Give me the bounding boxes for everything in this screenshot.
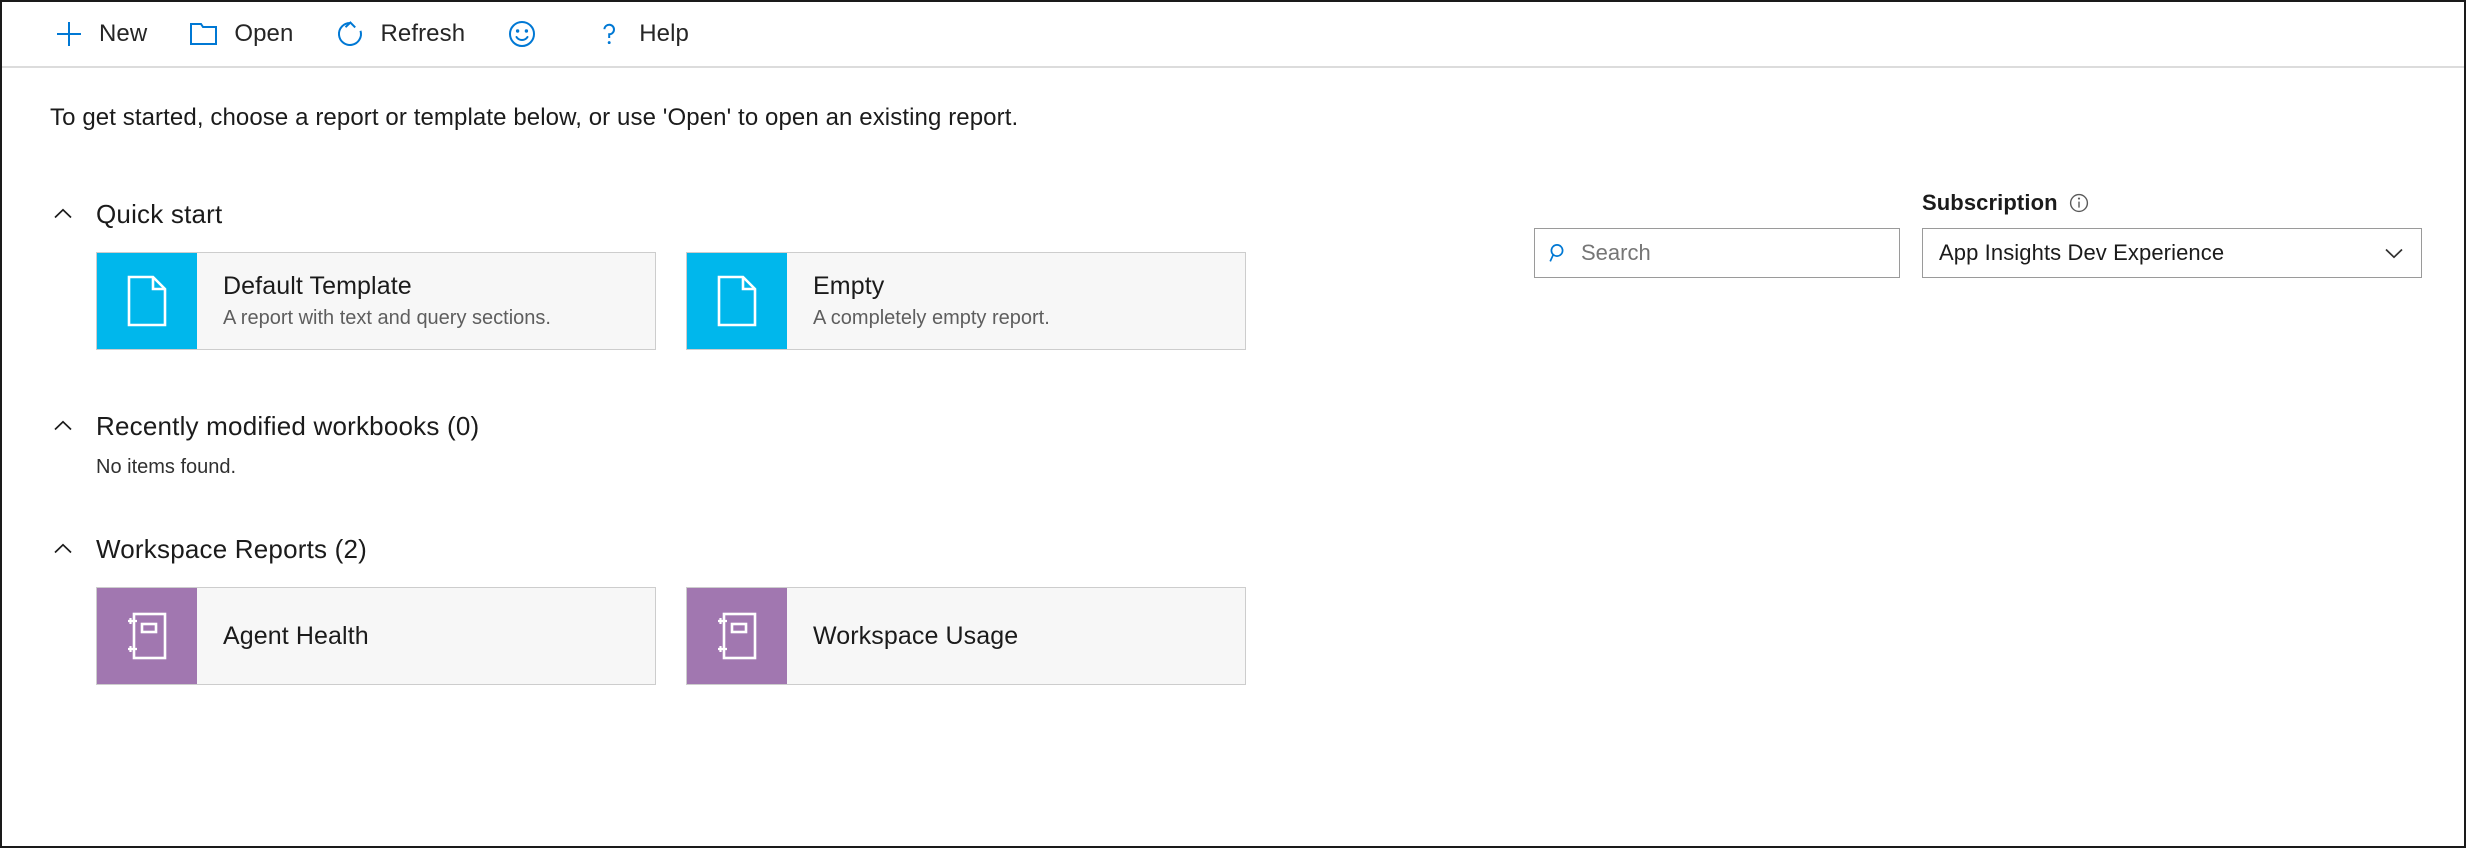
card-default-template[interactable]: Default Template A report with text and … bbox=[96, 252, 656, 350]
section-title-workspace-reports: Workspace Reports (2) bbox=[96, 534, 367, 565]
refresh-button[interactable]: Refresh bbox=[321, 8, 477, 60]
card-text-agent-health: Agent Health bbox=[197, 588, 655, 684]
info-icon[interactable] bbox=[2068, 192, 2090, 214]
search-icon bbox=[1547, 241, 1571, 265]
card-text-workspace-usage: Workspace Usage bbox=[787, 588, 1245, 684]
chevron-down-icon bbox=[2381, 240, 2407, 266]
card-text-empty: Empty A completely empty report. bbox=[787, 253, 1245, 349]
card-row-workspace-reports: Agent Health Workspace Usage bbox=[96, 587, 2424, 685]
workbook-icon bbox=[97, 588, 197, 684]
subscription-select[interactable]: App Insights Dev Experience bbox=[1922, 228, 2422, 278]
card-title: Empty bbox=[813, 272, 1245, 301]
folder-open-icon bbox=[187, 17, 221, 51]
document-icon bbox=[97, 253, 197, 349]
command-toolbar: New Open Refresh bbox=[2, 2, 2464, 68]
feedback-button[interactable] bbox=[493, 8, 564, 60]
help-label: Help bbox=[639, 20, 689, 48]
plus-icon bbox=[52, 17, 86, 51]
empty-state-message: No items found. bbox=[96, 456, 2424, 479]
search-label-spacer bbox=[1534, 190, 1900, 216]
card-description: A report with text and query sections. bbox=[223, 307, 655, 330]
smiley-icon bbox=[505, 17, 539, 51]
question-mark-icon bbox=[592, 17, 626, 51]
refresh-icon bbox=[333, 17, 367, 51]
card-text-default-template: Default Template A report with text and … bbox=[197, 253, 655, 349]
help-button[interactable]: Help bbox=[580, 8, 701, 60]
section-title-quick-start: Quick start bbox=[96, 199, 222, 230]
chevron-up-icon bbox=[50, 536, 76, 562]
subscription-field: Subscription App Insights Dev Experience bbox=[1922, 190, 2422, 278]
filter-bar: Subscription App Insights Dev Experience bbox=[1534, 190, 2422, 278]
card-agent-health[interactable]: Agent Health bbox=[96, 587, 656, 685]
new-label: New bbox=[99, 20, 147, 48]
intro-text: To get started, choose a report or templ… bbox=[50, 104, 2424, 132]
chevron-up-icon bbox=[50, 201, 76, 227]
section-recently-modified: Recently modified workbooks (0) No items… bbox=[50, 406, 2424, 479]
subscription-label-row: Subscription bbox=[1922, 190, 2422, 216]
workbooks-gallery-page: New Open Refresh bbox=[0, 0, 2466, 848]
card-title: Default Template bbox=[223, 272, 655, 301]
card-empty[interactable]: Empty A completely empty report. bbox=[686, 252, 1246, 350]
subscription-selected-value: App Insights Dev Experience bbox=[1939, 240, 2224, 266]
section-title-recently-modified: Recently modified workbooks (0) bbox=[96, 411, 479, 442]
subscription-label: Subscription bbox=[1922, 190, 2058, 216]
refresh-label: Refresh bbox=[380, 20, 465, 48]
page-body: To get started, choose a report or templ… bbox=[2, 104, 2464, 685]
search-field bbox=[1534, 190, 1900, 278]
document-icon bbox=[687, 253, 787, 349]
open-label: Open bbox=[234, 20, 293, 48]
open-button[interactable]: Open bbox=[175, 8, 305, 60]
card-workspace-usage[interactable]: Workspace Usage bbox=[686, 587, 1246, 685]
workbook-icon bbox=[687, 588, 787, 684]
search-input[interactable] bbox=[1581, 240, 1887, 266]
new-button[interactable]: New bbox=[40, 8, 159, 60]
search-box[interactable] bbox=[1534, 228, 1900, 278]
chevron-up-icon bbox=[50, 413, 76, 439]
section-header-workspace-reports[interactable]: Workspace Reports (2) bbox=[50, 529, 2424, 569]
section-workspace-reports: Workspace Reports (2) Agent Health bbox=[50, 529, 2424, 685]
card-title: Agent Health bbox=[223, 622, 655, 651]
section-header-recently-modified[interactable]: Recently modified workbooks (0) bbox=[50, 406, 2424, 446]
card-title: Workspace Usage bbox=[813, 622, 1245, 651]
card-description: A completely empty report. bbox=[813, 307, 1245, 330]
